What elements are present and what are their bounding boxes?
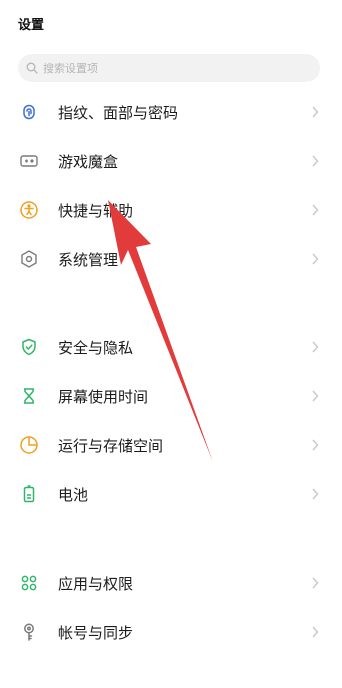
settings-item-security-privacy[interactable]: 安全与隐私 [0, 323, 342, 371]
search-input[interactable]: 搜索设置项 [18, 54, 320, 82]
page-title: 设置 [18, 18, 45, 33]
chevron-right-icon [310, 625, 320, 639]
search-placeholder: 搜索设置项 [43, 62, 98, 75]
settings-item-label: 电池 [58, 485, 89, 504]
settings-item-label: 系统管理 [58, 250, 119, 269]
chevron-right-icon [310, 203, 320, 217]
settings-item-label: 运行与存储空间 [58, 436, 164, 455]
chevron-right-icon [310, 105, 320, 119]
hourglass-icon [18, 385, 40, 407]
settings-item-label: 屏幕使用时间 [58, 387, 149, 406]
settings-item-battery[interactable]: 电池 [0, 470, 342, 518]
settings-item-screen-time[interactable]: 屏幕使用时间 [0, 372, 342, 420]
settings-item-label: 快捷与辅助 [58, 201, 134, 220]
chevron-right-icon [310, 487, 320, 501]
battery-icon [18, 483, 40, 505]
settings-item-label: 安全与隐私 [58, 338, 134, 357]
shield-check-icon [18, 336, 40, 358]
settings-item-label: 指纹、面部与密码 [58, 103, 179, 122]
settings-item-shortcuts-accessibility[interactable]: 快捷与辅助 [0, 186, 342, 234]
chevron-right-icon [310, 576, 320, 590]
system-hexagon-icon [18, 248, 40, 270]
accessibility-icon [18, 199, 40, 221]
settings-item-account-sync[interactable]: 帐号与同步 [0, 608, 342, 656]
settings-item-label: 帐号与同步 [58, 623, 134, 642]
search-icon [26, 59, 38, 78]
settings-item-running-storage[interactable]: 运行与存储空间 [0, 421, 342, 469]
chevron-right-icon [310, 389, 320, 403]
chevron-right-icon [310, 154, 320, 168]
apps-grid-icon [18, 572, 40, 594]
fingerprint-icon [18, 101, 40, 123]
pie-storage-icon [18, 434, 40, 456]
settings-item-label: 游戏魔盒 [58, 152, 119, 171]
chevron-right-icon [310, 438, 320, 452]
game-box-icon [18, 150, 40, 172]
settings-item-label: 应用与权限 [58, 574, 134, 593]
settings-item-game-box[interactable]: 游戏魔盒 [0, 137, 342, 185]
settings-item-apps-permissions[interactable]: 应用与权限 [0, 559, 342, 607]
chevron-right-icon [310, 252, 320, 266]
settings-item-system-management[interactable]: 系统管理 [0, 235, 342, 283]
settings-item-fingerprint-password[interactable]: 指纹、面部与密码 [0, 88, 342, 136]
chevron-right-icon [310, 340, 320, 354]
account-key-icon [18, 621, 40, 643]
